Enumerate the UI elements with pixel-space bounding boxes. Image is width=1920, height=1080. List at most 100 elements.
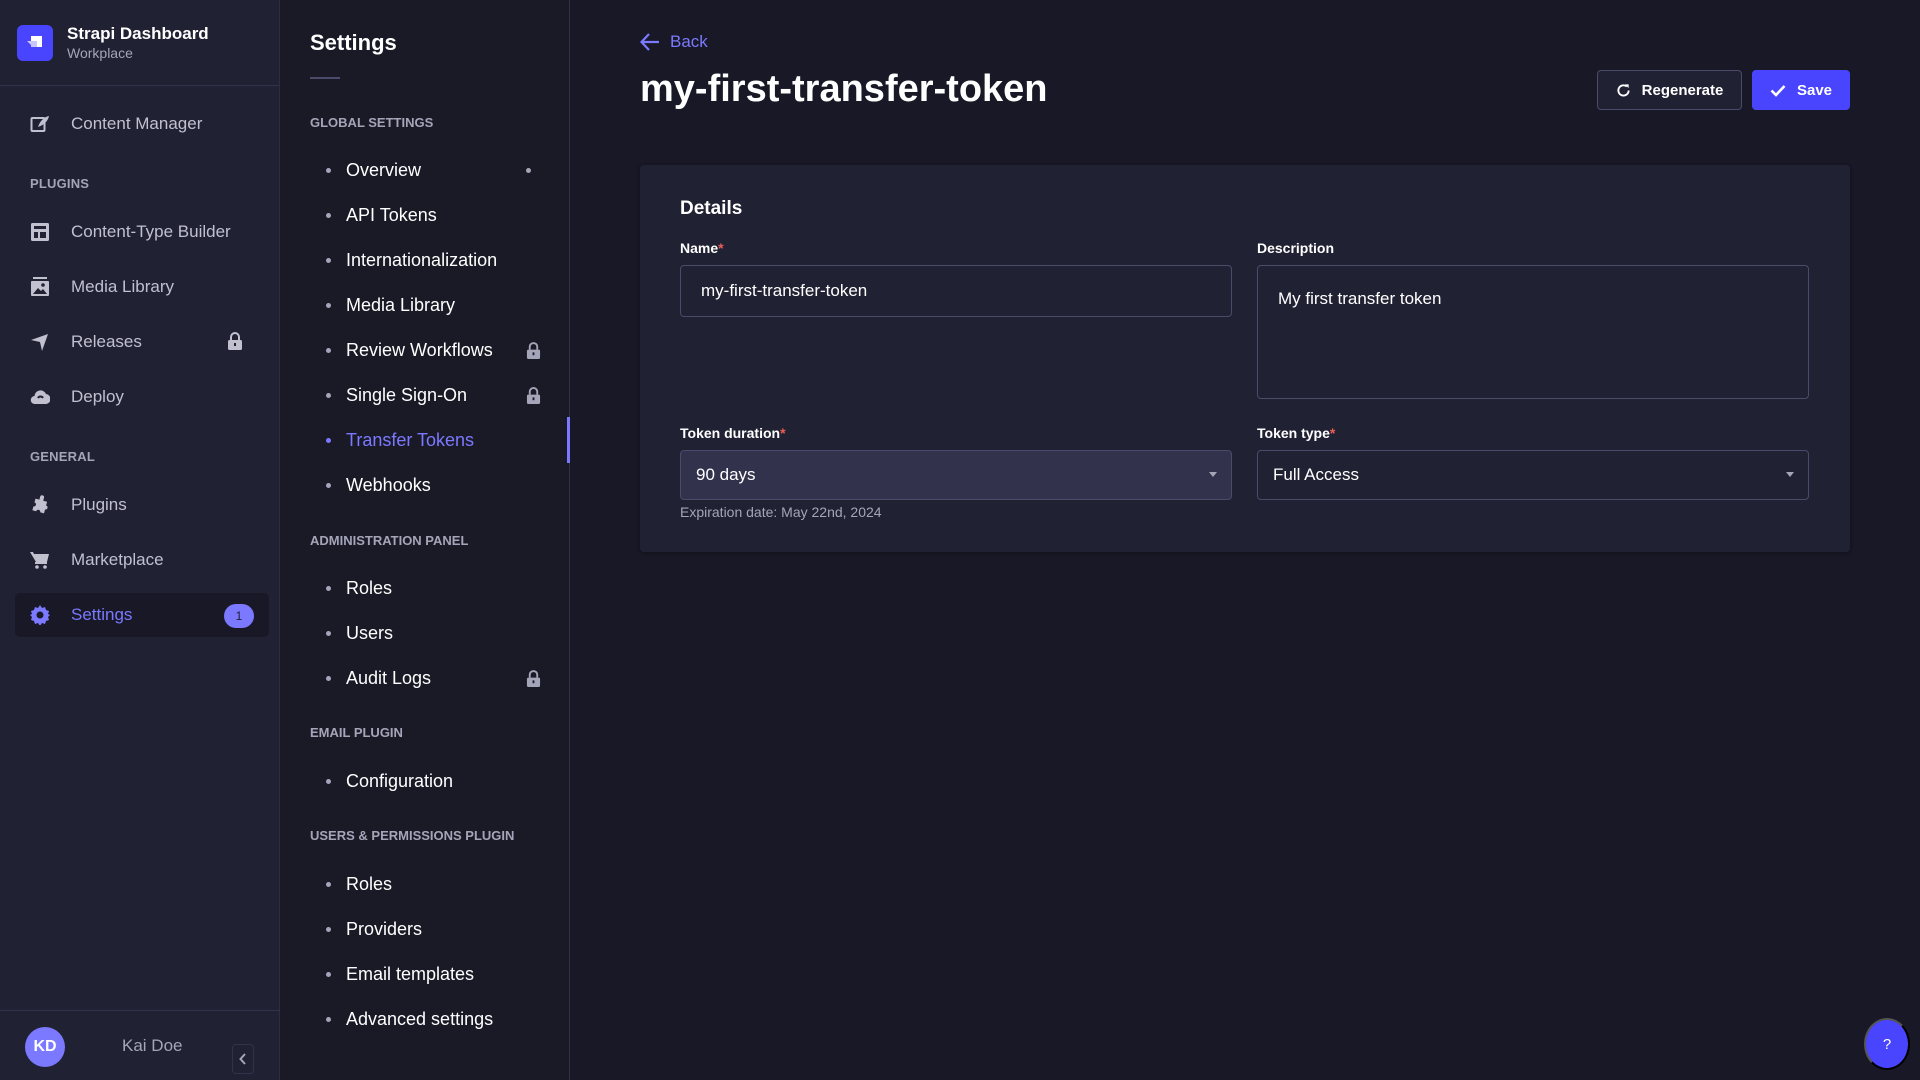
bullet-icon xyxy=(326,881,331,887)
subnav-item-label: API Tokens xyxy=(346,204,437,225)
expiration-hint: Expiration date: May 22nd, 2024 xyxy=(680,504,882,520)
main-navigation: Strapi Dashboard Workplace Content Manag… xyxy=(0,0,280,1080)
bullet-icon xyxy=(326,971,331,977)
subnav-item-internationalization[interactable]: Internationalization xyxy=(310,244,545,276)
subnav-item-single-sign-on[interactable]: Single Sign-On xyxy=(310,379,545,411)
nav-item-deploy[interactable]: Deploy xyxy=(15,375,269,419)
subnav-item-label: Webhooks xyxy=(346,474,431,495)
nav-item-marketplace[interactable]: Marketplace xyxy=(15,538,269,582)
subnav-item-advanced-settings[interactable]: Advanced settings xyxy=(310,1003,545,1035)
required-mark: * xyxy=(1329,425,1336,441)
subnav-item-email-templates[interactable]: Email templates xyxy=(310,958,545,990)
subnav-item-webhooks[interactable]: Webhooks xyxy=(310,469,545,501)
subnav-item-review-workflows[interactable]: Review Workflows xyxy=(310,334,545,366)
details-card: Details Name* my-first-transfer-token De… xyxy=(640,165,1850,552)
caret-down-icon xyxy=(1786,472,1794,477)
subnav-item-audit-logs[interactable]: Audit Logs xyxy=(310,662,545,694)
bullet-icon xyxy=(326,167,331,173)
lock-icon xyxy=(227,332,243,355)
update-indicator-icon xyxy=(526,168,531,173)
nav-item-label: Marketplace xyxy=(71,550,164,569)
token-duration-label: Token duration* xyxy=(680,425,786,441)
brand-header: Strapi Dashboard Workplace xyxy=(0,0,279,86)
collapse-nav-button[interactable] xyxy=(232,1044,254,1074)
name-label: Name* xyxy=(680,240,724,256)
content-manager-icon xyxy=(29,113,51,135)
page-title: my-first-transfer-token xyxy=(640,68,1048,110)
nav-item-label: Deploy xyxy=(71,387,124,406)
bullet-icon xyxy=(326,926,331,932)
strapi-logo-icon xyxy=(17,24,53,61)
save-button[interactable]: Save xyxy=(1752,70,1850,110)
bullet-icon xyxy=(326,778,331,784)
subnav-item-media-library[interactable]: Media Library xyxy=(310,289,545,321)
token-duration-select[interactable]: 90 days xyxy=(680,450,1232,500)
subnav-item-label: Internationalization xyxy=(346,249,498,270)
subnav-item-overview[interactable]: Overview xyxy=(310,154,545,186)
token-type-select[interactable]: Full Access xyxy=(1257,450,1809,500)
bullet-icon xyxy=(326,212,331,218)
paper-plane-icon xyxy=(29,331,51,353)
subnav-item-label: Overview xyxy=(346,159,422,180)
puzzle-icon xyxy=(29,494,51,516)
subnav-section-administration-panel: ADMINISTRATION PANEL xyxy=(310,533,469,548)
active-indicator xyxy=(567,417,570,463)
subnav-section-global-settings: GLOBAL SETTINGS xyxy=(310,115,434,130)
bullet-icon xyxy=(326,302,331,308)
bullet-icon xyxy=(326,630,331,636)
arrow-left-icon xyxy=(640,33,659,51)
help-button[interactable]: ? xyxy=(1864,1018,1910,1070)
nav-item-label: Settings xyxy=(71,605,133,624)
nav-item-plugins[interactable]: Plugins xyxy=(15,483,269,527)
subnav-item-api-tokens[interactable]: API Tokens xyxy=(310,199,545,231)
nav-item-label: Releases xyxy=(71,332,142,351)
nav-item-content-manager[interactable]: Content Manager xyxy=(15,102,269,146)
bullet-icon xyxy=(326,585,331,591)
caret-down-icon xyxy=(1209,472,1217,477)
bullet-icon xyxy=(326,392,331,398)
divider xyxy=(310,77,340,79)
subnav-item-label: Roles xyxy=(346,577,393,598)
cart-icon xyxy=(29,549,51,571)
token-type-label: Token type* xyxy=(1257,425,1336,441)
subnav-item-label: Transfer Tokens xyxy=(346,429,475,450)
nav-item-settings[interactable]: Settings 1 xyxy=(15,593,269,637)
nav-item-content-type-builder[interactable]: Content-Type Builder xyxy=(15,210,269,254)
subnav-item-label: Media Library xyxy=(346,294,456,315)
lock-icon xyxy=(526,670,541,692)
description-label: Description xyxy=(1257,240,1335,256)
check-icon xyxy=(1770,84,1786,97)
bullet-icon xyxy=(326,257,331,263)
subnav-item-providers[interactable]: Providers xyxy=(310,913,545,945)
description-textarea[interactable]: My first transfer token xyxy=(1257,265,1809,399)
bullet-icon xyxy=(326,675,331,681)
back-label: Back xyxy=(670,32,708,51)
subnav-item-transfer-tokens[interactable]: Transfer Tokens xyxy=(310,424,545,456)
lock-icon xyxy=(526,387,541,409)
subnav-item-configuration[interactable]: Configuration xyxy=(310,765,545,797)
back-link[interactable]: Back xyxy=(640,32,708,52)
subnav-item-label: Audit Logs xyxy=(346,667,432,688)
nav-item-label: Media Library xyxy=(71,277,174,296)
subnav-title: Settings xyxy=(310,30,397,55)
subnav-item-up-roles[interactable]: Roles xyxy=(310,868,545,900)
nav-item-releases[interactable]: Releases xyxy=(15,320,269,364)
bullet-icon xyxy=(326,1016,331,1022)
settings-subnav: Settings GLOBAL SETTINGS Overview API To… xyxy=(280,0,570,1080)
subnav-item-users[interactable]: Users xyxy=(310,617,545,649)
subnav-item-label: Advanced settings xyxy=(346,1008,494,1029)
details-title: Details xyxy=(680,198,743,219)
user-name[interactable]: Kai Doe xyxy=(122,1036,182,1056)
subnav-item-label: Review Workflows xyxy=(346,339,493,360)
save-label: Save xyxy=(1796,81,1833,99)
subnav-item-label: Roles xyxy=(346,873,393,894)
name-input[interactable]: my-first-transfer-token xyxy=(680,265,1232,317)
token-type-value: Full Access xyxy=(1273,465,1359,484)
bullet-icon xyxy=(326,437,331,443)
subnav-item-label: Users xyxy=(346,622,394,643)
notification-badge: 1 xyxy=(224,604,254,628)
avatar[interactable]: KD xyxy=(25,1027,65,1067)
subnav-item-roles[interactable]: Roles xyxy=(310,572,545,604)
nav-item-media-library[interactable]: Media Library xyxy=(15,265,269,309)
regenerate-button[interactable]: Regenerate xyxy=(1597,70,1742,110)
